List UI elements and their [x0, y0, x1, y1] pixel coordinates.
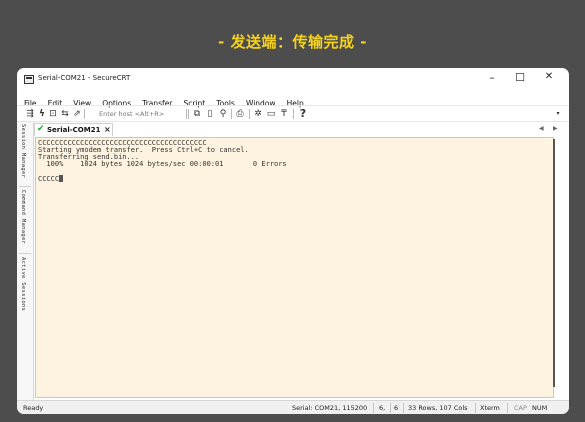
paste-icon[interactable]: ▯: [205, 108, 215, 120]
toolbar: ⇶ ϟ ⊡ ⇆ ⇗ ⧉ ▯ ⚲ ⎙ ✲ ▭ ₸ ? ▾: [17, 105, 569, 122]
tab-serial-com21[interactable]: ✔ Serial-COM21 ×: [34, 123, 113, 136]
keymap-icon[interactable]: ₸: [279, 108, 289, 120]
copy-icon[interactable]: ⧉: [192, 108, 202, 120]
toolbar-separator: [249, 109, 250, 119]
status-ready: Ready: [23, 404, 44, 412]
toolbar-separator: [186, 109, 187, 119]
menu-bar: File Edit View Options Transfer Script T…: [17, 91, 569, 108]
maximize-button[interactable]: ☐: [512, 71, 528, 84]
minimize-button[interactable]: –: [484, 71, 500, 84]
disconnect-icon[interactable]: ⇗: [72, 108, 82, 120]
toolbar-separator: [293, 109, 294, 119]
text-cursor: [59, 175, 64, 182]
status-separator: [403, 403, 404, 413]
tab-scroll-left-icon[interactable]: ◀: [539, 125, 544, 132]
terminal-line: CCCCC: [38, 175, 60, 183]
status-size: 33 Rows, 107 Cols: [408, 404, 468, 412]
status-col: 6: [394, 404, 399, 412]
toolbar-overflow-icon[interactable]: ▾: [553, 108, 563, 120]
print-icon[interactable]: ⎙: [235, 108, 245, 120]
status-row: 6,: [379, 404, 386, 412]
status-bar: Ready Serial: COM21, 115200 6, 6 33 Rows…: [17, 400, 569, 414]
host-input[interactable]: [99, 108, 185, 119]
status-serial: Serial: COM21, 115200: [292, 404, 368, 412]
keyboard-icon[interactable]: ▭: [266, 108, 276, 120]
sidebar-divider: [19, 253, 31, 254]
toolbar-separator: [84, 109, 85, 119]
page-heading: - 发送端：传输完成 -: [218, 33, 367, 51]
active-sessions-tab[interactable]: Active Sessions: [20, 257, 26, 311]
find-icon[interactable]: ⚲: [218, 108, 228, 120]
session-manager-tab[interactable]: Session Manager: [20, 124, 26, 178]
app-icon: [24, 75, 34, 84]
scrollbar-thumb[interactable]: [553, 139, 555, 387]
terminal-line: 100% 1024 bytes 1024 bytes/sec 00:00:01 …: [38, 160, 287, 168]
title-bar[interactable]: Serial-COM21 - SecureCRT – ☐ ✕: [17, 68, 569, 91]
window-title: Serial-COM21 - SecureCRT: [38, 74, 131, 82]
terminal-output[interactable]: CCCCCCCCCCCCCCCCCCCCCCCCCCCCCCCCCCCCCCCC…: [35, 137, 554, 398]
terminal-prompt-line: CCCCC: [38, 175, 64, 183]
reconnect-icon[interactable]: ⇆: [60, 108, 70, 120]
session-tab-bar: ✔ Serial-COM21 × ◀ ▶: [17, 122, 569, 137]
side-panel-tabs: Session Manager Command Manager Active S…: [17, 122, 34, 400]
status-cap: CAP: [514, 404, 527, 412]
status-num: NUM: [532, 404, 548, 412]
status-separator: [475, 403, 476, 413]
status-terminal-type: Xterm: [480, 404, 500, 412]
help-icon[interactable]: ?: [298, 108, 308, 120]
settings-icon[interactable]: ✲: [253, 108, 263, 120]
vertical-scrollbar[interactable]: [554, 137, 569, 398]
terminal-icon[interactable]: ⊡: [48, 108, 58, 120]
toolbar-separator: [188, 109, 189, 119]
toolbar-separator: [231, 109, 232, 119]
command-manager-tab[interactable]: Command Manager: [20, 190, 26, 244]
connect-icon[interactable]: ⇶: [25, 108, 35, 120]
sidebar-divider: [19, 186, 31, 187]
securecrt-window: Serial-COM21 - SecureCRT – ☐ ✕ File Edit…: [17, 68, 569, 414]
tab-label: Serial-COM21: [47, 126, 101, 134]
checkmark-icon: ✔: [37, 124, 45, 134]
tab-close-icon[interactable]: ×: [104, 125, 111, 134]
tab-scroll-right-icon[interactable]: ▶: [553, 125, 558, 132]
status-separator: [507, 403, 508, 413]
status-separator: [390, 403, 391, 413]
lightning-icon[interactable]: ϟ: [37, 108, 47, 120]
status-separator: [373, 403, 374, 413]
close-button[interactable]: ✕: [541, 71, 557, 82]
